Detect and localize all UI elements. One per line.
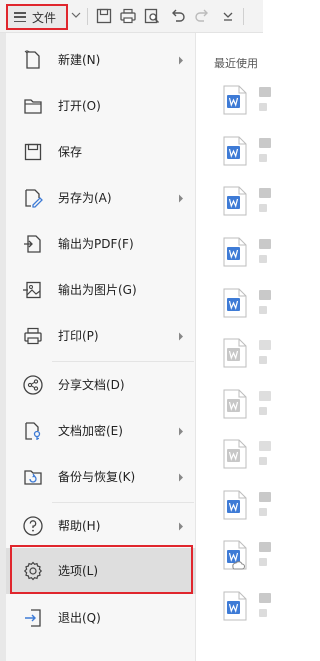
- recent-file-name-fragment: [259, 188, 271, 198]
- chevron-right-icon: [179, 56, 183, 65]
- menu-item-label: 帮助(H): [58, 519, 101, 533]
- recent-file-meta-fragment: [259, 154, 267, 162]
- recent-file-name-fragment: [259, 290, 271, 300]
- recent-file-meta-fragment: [259, 609, 267, 617]
- menu-item-label: 分享文档(D): [58, 378, 125, 392]
- recent-file-meta-fragment: [259, 204, 267, 212]
- chevron-down-icon[interactable]: [71, 10, 81, 20]
- recent-file-name-fragment: [259, 239, 271, 249]
- menu-item-help[interactable]: 帮助(H): [6, 503, 196, 549]
- undo-icon[interactable]: [169, 7, 187, 25]
- word-doc-icon: [223, 186, 247, 216]
- menu-item-export-pdf[interactable]: 输出为PDF(F): [6, 221, 196, 267]
- menu-item-exit[interactable]: 退出(Q): [6, 595, 196, 641]
- menu-icon: [14, 12, 26, 22]
- recent-file-meta-fragment: [259, 508, 267, 516]
- recent-file-name-fragment: [259, 340, 271, 350]
- word-doc-icon: [223, 490, 247, 520]
- menu-item-label: 打开(O): [58, 99, 101, 113]
- menu-item-export-image[interactable]: 输出为图片(G): [6, 267, 196, 313]
- chevron-right-icon: [179, 332, 183, 341]
- word-doc-icon: [223, 338, 247, 368]
- menu-item-new[interactable]: 新建(N): [6, 37, 196, 83]
- help-icon: [23, 516, 43, 536]
- recent-file-meta-fragment: [259, 457, 267, 465]
- recent-file-name-fragment: [259, 593, 271, 603]
- exit-icon: [25, 609, 41, 627]
- recent-file-meta-fragment: [259, 306, 267, 314]
- recent-file-meta-fragment: [259, 558, 267, 566]
- word-doc-icon: [223, 288, 247, 318]
- new-doc-icon: [24, 50, 40, 69]
- recent-file-meta-fragment: [259, 255, 267, 263]
- menu-item-label: 另存为(A): [58, 191, 112, 205]
- redo-icon[interactable]: [193, 7, 211, 25]
- word-doc-icon: [223, 389, 247, 419]
- print-preview-icon[interactable]: [143, 7, 161, 25]
- chevron-right-icon: [179, 194, 183, 203]
- print-icon: [24, 327, 42, 345]
- recent-file-name-fragment: [259, 391, 271, 401]
- menu-item-label: 输出为PDF(F): [58, 237, 134, 251]
- folder-open-icon: [24, 99, 42, 114]
- menu-item-save-as[interactable]: 另存为(A): [6, 175, 196, 221]
- chevron-right-icon: [179, 427, 183, 436]
- backup-icon: [24, 470, 42, 485]
- menu-item-label: 文档加密(E): [58, 424, 123, 438]
- toolbar: 文件: [0, 0, 263, 33]
- recent-file-meta-fragment: [259, 356, 267, 364]
- menu-item-label: 保存: [58, 145, 83, 159]
- recent-file-meta-fragment: [259, 103, 267, 111]
- word-doc-icon: [223, 237, 247, 267]
- save-icon: [24, 143, 42, 161]
- recent-file-meta-fragment: [259, 407, 267, 415]
- chevron-right-icon: [179, 473, 183, 482]
- word-doc-icon: [223, 85, 247, 115]
- recent-file-name-fragment: [259, 87, 271, 97]
- file-menu-button[interactable]: 文件: [6, 4, 68, 30]
- save-as-icon: [25, 189, 43, 208]
- word-doc-icon: [223, 439, 247, 469]
- print-icon[interactable]: [119, 7, 137, 25]
- toolbar-separator: [243, 8, 244, 25]
- options-highlight-annotation: [10, 545, 193, 594]
- more-icon[interactable]: [219, 7, 237, 25]
- menu-item-open[interactable]: 打开(O): [6, 83, 196, 129]
- menu-item-label: 打印(P): [58, 329, 99, 343]
- recent-file-name-fragment: [259, 492, 271, 502]
- recent-files-panel: 最近使用: [197, 33, 271, 661]
- recent-title: 最近使用: [214, 57, 258, 70]
- chevron-right-icon: [179, 522, 183, 531]
- menu-item-label: 备份与恢复(K): [58, 470, 136, 484]
- menu-item-label: 输出为图片(G): [58, 283, 137, 297]
- menu-item-label: 退出(Q): [58, 611, 101, 625]
- menu-item-backup[interactable]: 备份与恢复(K): [6, 454, 196, 500]
- encrypt-icon: [25, 422, 41, 440]
- export-image-icon: [23, 281, 41, 299]
- recent-file-name-fragment: [259, 542, 271, 552]
- share-icon: [23, 375, 43, 395]
- word-doc-icon: [223, 591, 247, 621]
- menu-item-share[interactable]: 分享文档(D): [6, 362, 196, 408]
- export-pdf-icon: [24, 235, 41, 253]
- recent-file-name-fragment: [259, 138, 271, 148]
- word-doc-icon: [223, 136, 247, 166]
- toolbar-separator: [87, 8, 88, 25]
- file-menu-label: 文件: [32, 10, 57, 25]
- save-icon[interactable]: [95, 7, 113, 25]
- menu-item-label: 新建(N): [58, 53, 101, 67]
- menu-item-print[interactable]: 打印(P): [6, 313, 196, 359]
- menu-item-save[interactable]: 保存: [6, 129, 196, 175]
- menu-item-encrypt[interactable]: 文档加密(E): [6, 408, 196, 454]
- recent-file-name-fragment: [259, 441, 271, 451]
- cloud-doc-icon: [223, 540, 247, 570]
